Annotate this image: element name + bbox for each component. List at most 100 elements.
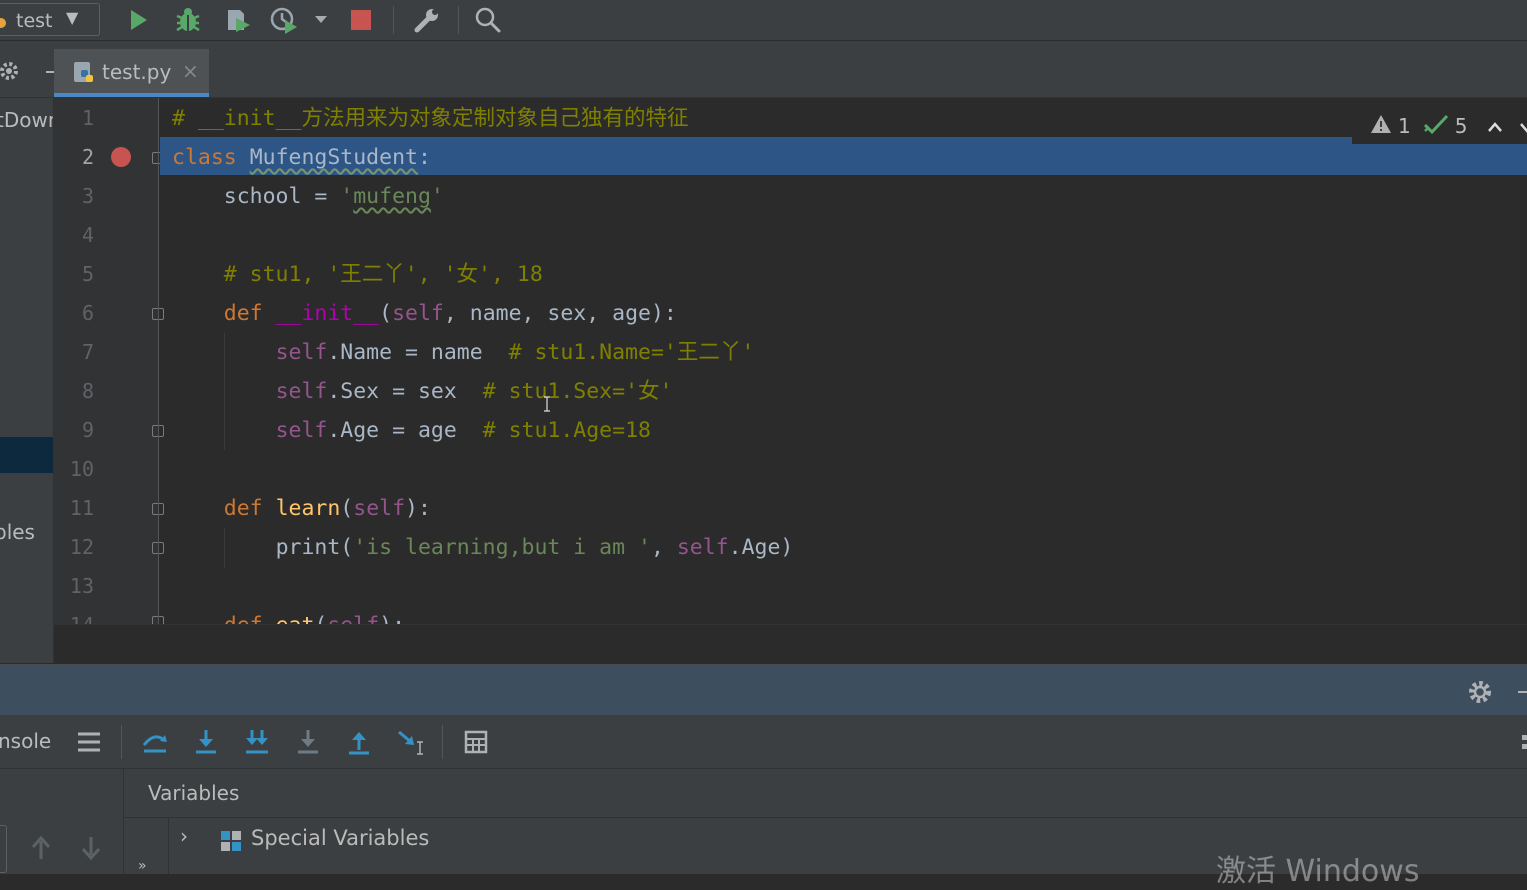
code-line-3[interactable]: school = 'mufeng' xyxy=(172,177,444,216)
expand-chevron-icon[interactable]: › xyxy=(180,824,188,848)
code-line-5[interactable]: # stu1, '王二丫', '女', 18 xyxy=(172,255,543,294)
more-options-icon[interactable] xyxy=(1520,733,1527,751)
toolbar-separator xyxy=(121,725,122,759)
comment-text: # stu1.Age=18 xyxy=(482,418,651,443)
builtin-call: print( xyxy=(275,535,354,560)
code-text: .Name = name xyxy=(327,340,509,365)
line-number: 6 xyxy=(81,301,94,325)
thread-selector[interactable] xyxy=(0,825,7,873)
chevron-up-icon[interactable] xyxy=(1487,114,1503,138)
code-line-9[interactable]: self.Age = age # stu1.Age=18 xyxy=(172,411,651,450)
function-name: __init__ xyxy=(275,301,380,326)
self-keyword: self xyxy=(275,418,328,443)
step-over-icon[interactable] xyxy=(189,725,223,759)
string-literal: mufeng xyxy=(353,184,431,209)
variables-side-toolbar: » xyxy=(124,818,169,874)
variables-header: Variables xyxy=(124,769,1527,818)
code-line-14[interactable]: def eat(self): xyxy=(172,606,405,624)
line-number: 2 xyxy=(81,145,94,169)
code-line-8[interactable]: self.Sex = sex # stu1.Sex='女' xyxy=(172,372,673,411)
code-text: .Sex = sex xyxy=(327,379,483,404)
evaluate-expression-icon[interactable] xyxy=(459,725,493,759)
warning-count: 1 xyxy=(1398,114,1411,138)
line-number: 3 xyxy=(81,184,94,208)
code-line-6[interactable]: def __init__(self, name, sex, age): xyxy=(172,294,677,333)
code-line-2[interactable]: class MufengStudent: xyxy=(172,138,431,177)
punctuation: ): xyxy=(405,496,431,521)
keyword: def xyxy=(223,301,276,326)
project-tree-selection[interactable] xyxy=(0,437,53,473)
code-line-12[interactable]: print('is learning,but i am ', self.Age) xyxy=(172,528,794,567)
stop-icon[interactable] xyxy=(345,4,377,36)
run-configuration-label: test xyxy=(16,10,53,32)
settings-wrench-icon[interactable] xyxy=(411,4,443,36)
tab-filename: test.py xyxy=(102,60,172,84)
line-number: 5 xyxy=(81,262,94,286)
code-text: , name, sex, age): xyxy=(443,301,677,326)
inspection-widget[interactable]: 1 5 xyxy=(1352,108,1527,144)
windows-activation-watermark: 激活 Windows xyxy=(1216,854,1420,889)
text-cursor-icon xyxy=(542,396,552,412)
punctuation: ( xyxy=(314,613,327,624)
run-to-cursor-icon[interactable] xyxy=(393,725,427,759)
frames-menu-icon[interactable] xyxy=(72,725,106,759)
debug-panel-header xyxy=(0,664,1527,715)
line-number: 4 xyxy=(81,223,94,247)
search-icon[interactable] xyxy=(472,4,504,36)
code-text: school = xyxy=(223,184,341,209)
debug-icon[interactable] xyxy=(172,4,204,36)
punctuation: ( xyxy=(379,301,393,326)
line-number: 1 xyxy=(81,106,94,130)
profile-icon[interactable] xyxy=(268,4,300,36)
arrow-up-icon[interactable] xyxy=(30,835,52,865)
minimize-icon[interactable] xyxy=(46,71,54,73)
gear-icon[interactable] xyxy=(0,60,20,86)
step-out-icon[interactable] xyxy=(342,725,376,759)
frames-panel xyxy=(0,769,124,874)
code-line-1[interactable]: # __init__方法用来为对象定制对象自己独有的特征 xyxy=(172,99,688,138)
run-configuration-selector[interactable]: test ▼ xyxy=(0,3,100,36)
editor-gutter[interactable]: 1 2 3 4 5 6 7 8 9 10 11 12 13 14 xyxy=(54,98,164,624)
active-tab-indicator xyxy=(54,93,209,97)
step-into-icon[interactable] xyxy=(240,725,274,759)
project-tree-item[interactable]: tDown xyxy=(0,108,53,132)
code-line-7[interactable]: self.Name = name # stu1.Name='王二丫' xyxy=(172,333,755,372)
special-variables-node[interactable]: Special Variables xyxy=(251,826,429,850)
self-keyword: self xyxy=(676,535,729,560)
line-number: 7 xyxy=(81,340,94,364)
line-number: 12 xyxy=(69,535,94,559)
coverage-icon[interactable] xyxy=(222,4,254,36)
minimize-icon[interactable] xyxy=(1518,691,1527,693)
arrow-down-icon[interactable] xyxy=(80,835,102,865)
punctuation: : xyxy=(417,145,431,170)
show-execution-point-icon[interactable] xyxy=(138,725,172,759)
chevron-down-icon[interactable] xyxy=(1519,114,1527,138)
code-line-11[interactable]: def learn(self): xyxy=(172,489,431,528)
function-name: eat xyxy=(276,613,315,624)
tab-console[interactable]: nsole xyxy=(0,729,51,753)
gear-icon[interactable] xyxy=(1467,679,1493,709)
close-icon[interactable]: × xyxy=(182,59,199,83)
keyword: def xyxy=(223,496,276,521)
line-number: 14 xyxy=(54,613,94,624)
breakpoint-icon[interactable] xyxy=(111,147,131,167)
punctuation: , xyxy=(650,535,677,560)
step-into-my-code-icon[interactable] xyxy=(291,725,325,759)
code-editor[interactable]: 1 2 3 4 5 6 7 8 9 10 11 12 13 14 # __ini… xyxy=(54,98,1527,624)
toolbar-separator xyxy=(458,6,459,34)
main-toolbar: test ▼ xyxy=(0,0,1527,41)
double-chevron-icon[interactable]: » xyxy=(138,858,147,874)
profile-dropdown-icon[interactable] xyxy=(306,4,336,36)
special-variables-icon xyxy=(220,830,242,852)
toolbar-separator xyxy=(393,6,394,34)
project-tree-item[interactable]: bles xyxy=(0,520,35,544)
run-icon[interactable] xyxy=(122,4,154,36)
tab-test-py[interactable]: test.py × xyxy=(54,49,209,97)
self-keyword: self xyxy=(392,301,444,326)
function-name: learn xyxy=(275,496,341,521)
punctuation: ( xyxy=(340,496,354,521)
self-keyword: self xyxy=(353,496,406,521)
chevron-down-icon: ▼ xyxy=(66,8,79,27)
keyword: class xyxy=(172,145,237,170)
variables-label: Variables xyxy=(148,781,240,805)
